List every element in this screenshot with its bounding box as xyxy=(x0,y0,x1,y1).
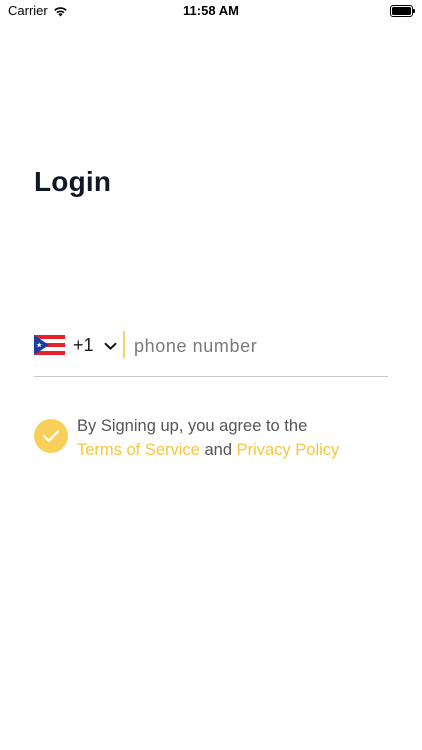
country-code-picker[interactable]: +1 xyxy=(34,327,124,363)
puerto-rico-flag-icon xyxy=(34,335,65,355)
agreement-text: By Signing up, you agree to the Terms of… xyxy=(77,414,397,462)
privacy-policy-link[interactable]: Privacy Policy xyxy=(237,441,340,459)
terms-of-service-link[interactable]: Terms of Service xyxy=(77,441,200,459)
agreement-conjunction: and xyxy=(204,441,232,459)
checkmark-icon xyxy=(42,430,60,442)
status-time: 11:58 AM xyxy=(183,3,239,18)
chevron-down-icon xyxy=(104,342,117,350)
phone-number-input[interactable] xyxy=(134,330,388,362)
phone-number-row: +1 xyxy=(34,327,388,377)
terms-agreement: By Signing up, you agree to the Terms of… xyxy=(34,414,394,462)
battery-icon xyxy=(390,5,415,17)
agree-checkbox[interactable] xyxy=(34,419,68,453)
agreement-prefix: By Signing up, you agree to the xyxy=(77,417,308,435)
status-bar: Carrier 11:58 AM xyxy=(0,0,422,24)
input-divider xyxy=(123,331,125,358)
battery-fill xyxy=(392,7,411,15)
dial-code: +1 xyxy=(73,334,94,355)
battery-cap xyxy=(413,9,415,13)
page-title: Login xyxy=(34,166,112,197)
